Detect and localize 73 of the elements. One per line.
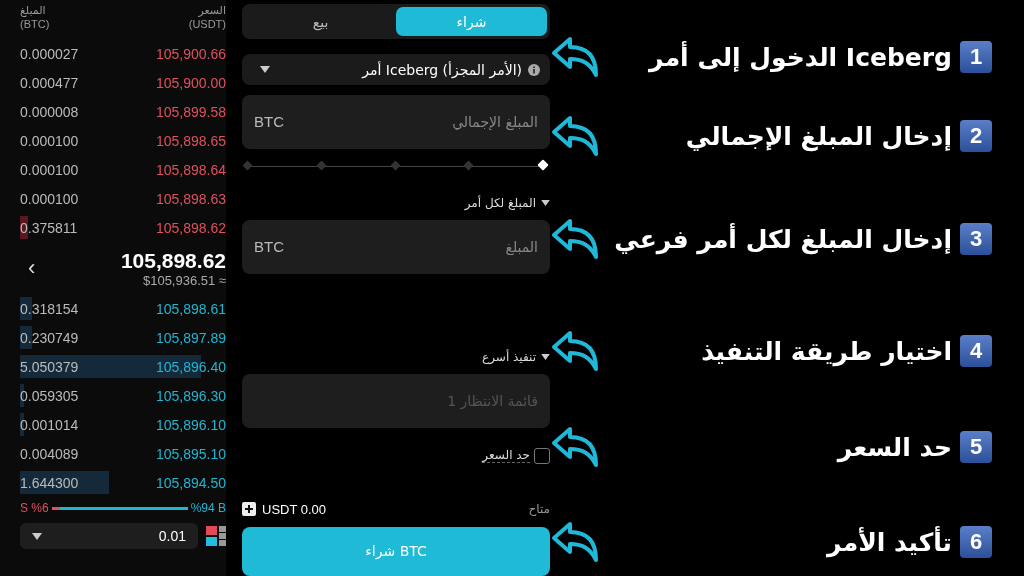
order-type-dropdown[interactable]: أمر Iceberg (الأمر المجزأ) [242, 54, 550, 85]
arrow-icon [550, 35, 600, 79]
arrow-icon [550, 425, 600, 469]
step-number: 4 [960, 335, 992, 367]
order-amount: 0.000477 [20, 74, 79, 91]
order-amount: 0.004089 [20, 445, 79, 462]
layout-icon[interactable] [206, 526, 226, 546]
step-number: 2 [960, 120, 992, 152]
step-text: حد السعر [835, 432, 952, 462]
ask-price: 105,900.00 [155, 74, 226, 91]
ask-price: 105,900.66 [155, 45, 226, 62]
buy-ratio: %94 B [190, 501, 226, 515]
bid-price: 105,898.61 [155, 300, 226, 317]
last-price-usd: $105,936.51 ≈ [142, 272, 226, 288]
order-amount: 1.644300 [20, 474, 79, 491]
bid-price: 105,894.50 [155, 474, 226, 491]
bid-price: 105,896.40 [155, 358, 226, 375]
price-limit-label: حد السعر [482, 448, 530, 464]
order-amount: 0.059305 [20, 387, 79, 404]
order-amount: 0.000100 [20, 132, 79, 149]
step-text: إدخال المبلغ لكل أمر فرعي [613, 224, 952, 254]
step-number: 1 [960, 41, 992, 73]
step-text: إدخال المبلغ الإجمالي [684, 121, 952, 151]
ask-price: 105,898.65 [155, 132, 226, 149]
caret-icon [32, 532, 42, 540]
step-number: 5 [960, 431, 992, 463]
execution-dropdown[interactable]: تنفيذ أسرع [482, 349, 550, 364]
unit-label: BTC [254, 237, 284, 255]
price-limit-checkbox[interactable] [534, 447, 550, 464]
arrow-icon [550, 520, 600, 564]
caret-icon [541, 199, 550, 206]
order-amount: 0.375811 [20, 219, 78, 236]
column-header: السعر [198, 4, 226, 17]
per-order-dropdown[interactable]: المبلغ لكل أمر [464, 195, 550, 210]
ask-price: 105,898.62 [155, 219, 226, 236]
order-amount: 0.000100 [20, 161, 79, 178]
caret-icon [541, 353, 550, 360]
order-amount: 0.000008 [20, 103, 79, 120]
order-amount: 0.230749 [20, 329, 79, 346]
step-text: اختيار طريقة التنفيذ [700, 336, 952, 366]
bid-price: 105,895.10 [155, 445, 226, 462]
step-number: 3 [960, 223, 992, 255]
bid-price: 105,896.10 [155, 416, 226, 433]
step-text: تأكيد الأمر [825, 527, 952, 557]
column-unit: (BTC) [20, 18, 50, 30]
order-amount: 5.050379 [20, 358, 79, 375]
add-icon[interactable] [242, 502, 256, 517]
caret-icon [260, 66, 270, 74]
step-text: الدخول إلى أمر Iceberg [647, 42, 952, 72]
column-header: المبلغ [20, 4, 47, 17]
arrow-icon [550, 114, 600, 158]
ask-price: 105,898.64 [155, 161, 226, 178]
order-amount: 0.001014 [20, 416, 79, 433]
ask-price: 105,898.63 [155, 190, 226, 207]
column-unit: (USDT) [188, 18, 226, 30]
expand-button[interactable]: ‹ [20, 255, 44, 281]
arrow-icon [550, 217, 600, 261]
bid-price: 105,896.30 [155, 387, 226, 404]
available-label: متاح [528, 502, 550, 517]
available-balance: USDT 0.00 [262, 501, 327, 517]
ask-price: 105,899.58 [155, 103, 226, 120]
order-amount: 0.000027 [20, 45, 79, 62]
order-amount: 0.000100 [20, 190, 79, 207]
order-amount: 0.318154 [20, 300, 79, 317]
sell-ratio: S %6 [20, 501, 49, 515]
side-tab[interactable]: بيع [245, 7, 396, 37]
info-icon[interactable] [528, 63, 540, 76]
step-number: 6 [960, 526, 992, 558]
arrow-icon [550, 329, 600, 373]
precision-dropdown[interactable]: 0.01 [20, 523, 198, 549]
bid-price: 105,897.89 [155, 329, 226, 346]
unit-label: BTC [254, 113, 284, 130]
last-price: 105,898.62 [120, 248, 226, 273]
